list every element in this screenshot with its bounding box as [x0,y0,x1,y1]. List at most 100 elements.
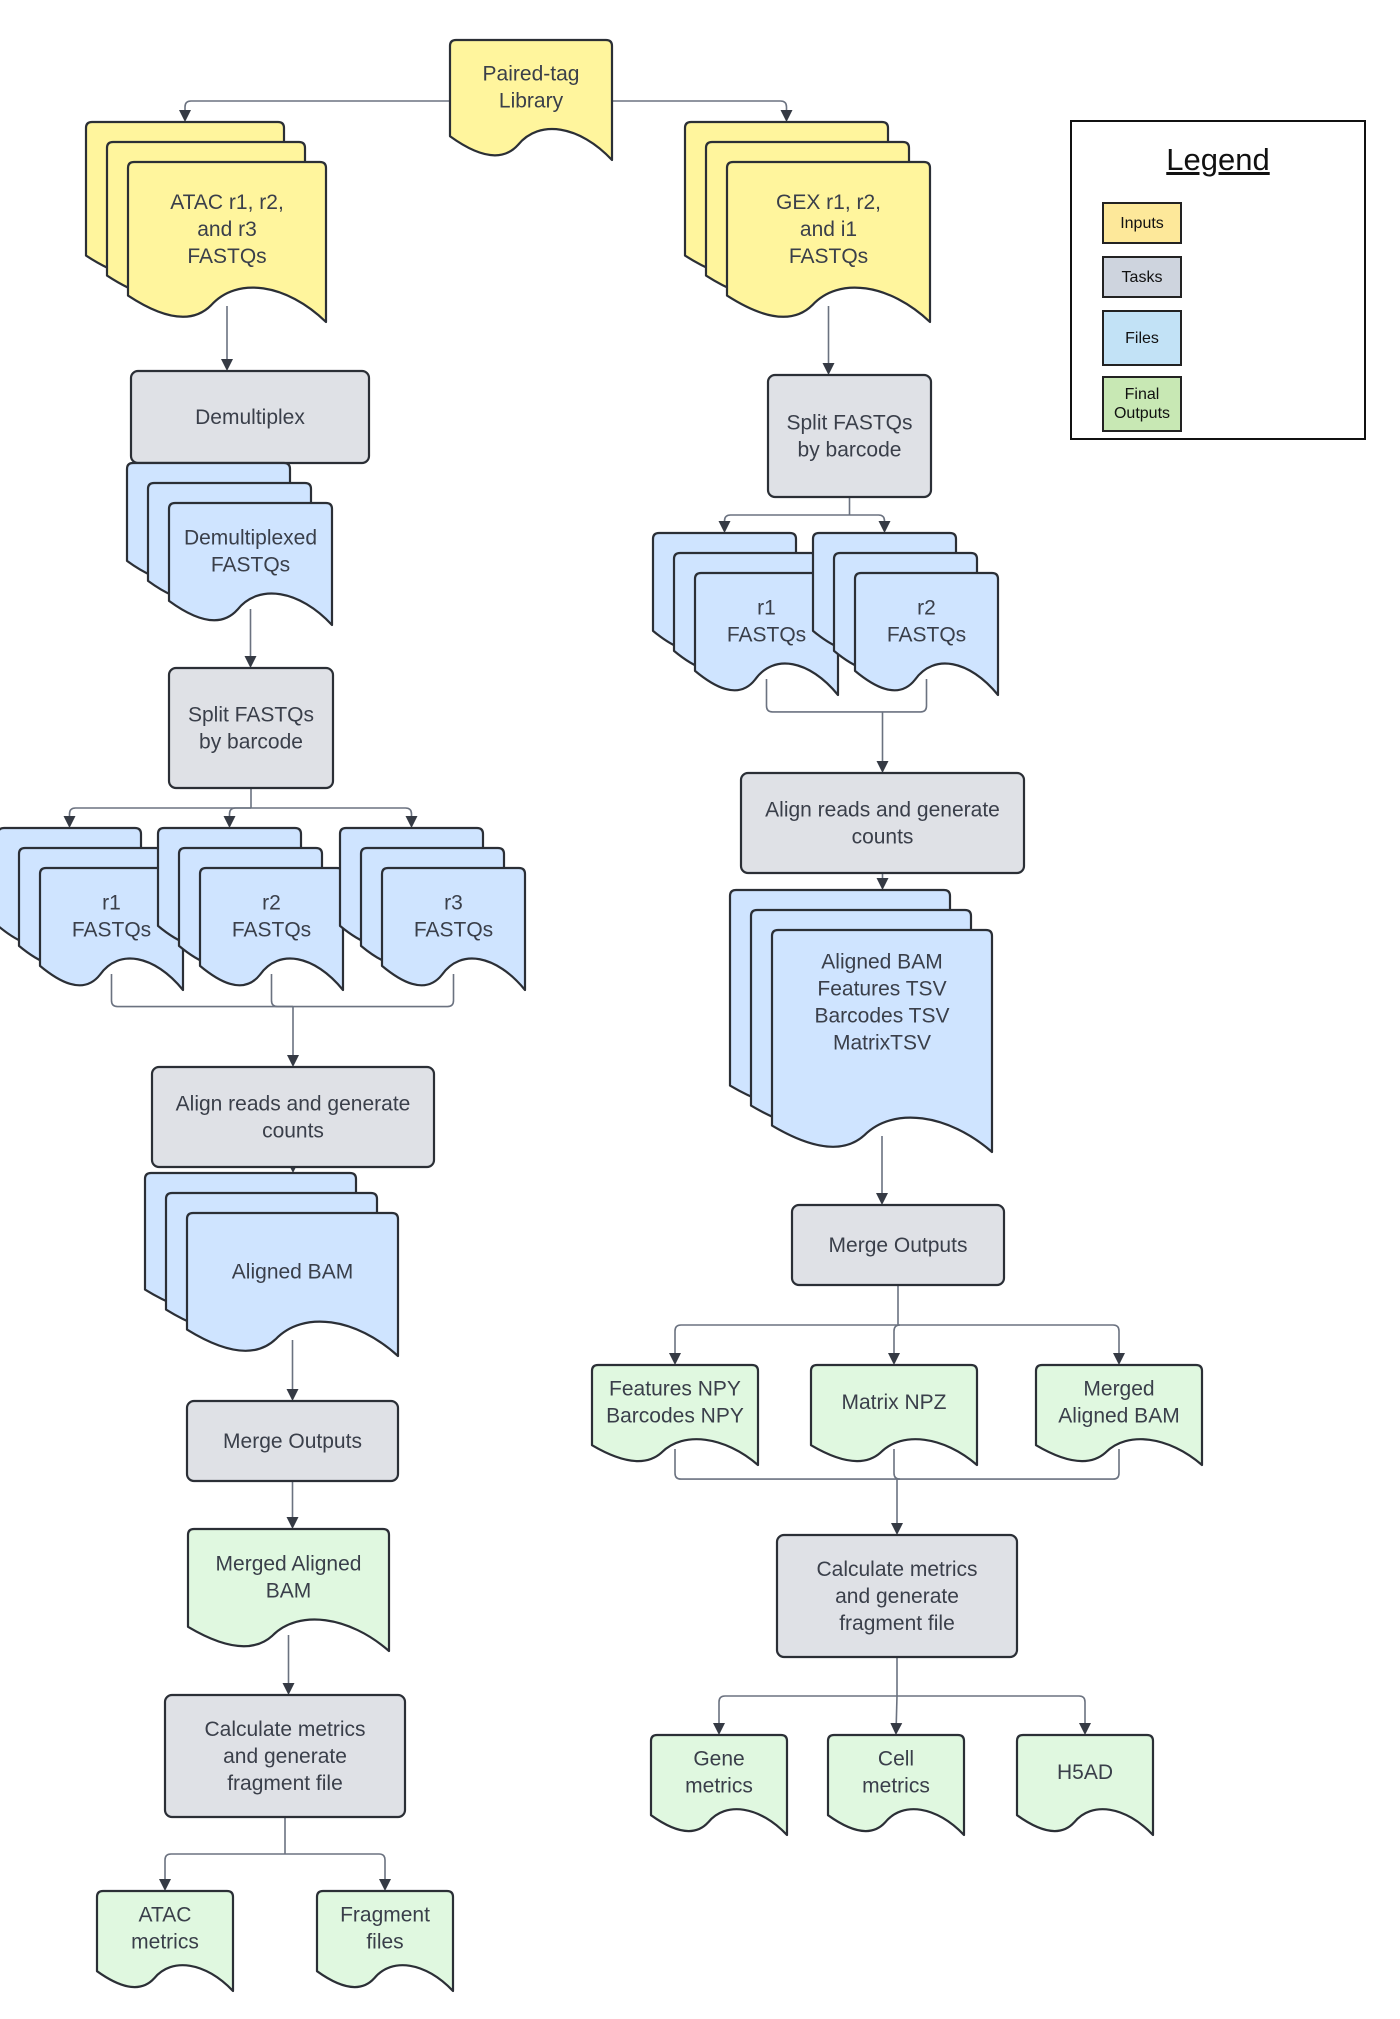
node-label: metrics [131,1931,199,1954]
node-gex-align: Align reads and generate counts [739,771,1026,875]
edge-gex_split-to-gex_r1 [718,514,850,533]
node-library: Paired-tag Library [448,38,614,162]
node-gex-fastqs: GEX r1, r2, and i1 FASTQs [683,120,932,324]
edge-atac_split-to-atac_r3 [251,807,418,828]
task-box [766,373,933,499]
node-label: FASTQs [789,245,868,268]
node-label: Paired-tag [483,63,580,86]
document-shape [725,160,932,324]
legend-item-tasks: Tasks [1102,256,1182,298]
edge-atac_r1-to-atac_align [110,974,293,1008]
node-label: by barcode [199,731,303,754]
node-label: r2 [262,892,281,915]
task-box [739,771,1026,875]
edge-gex_calc-to-gene_metrics [713,1695,897,1735]
edge-gex_merge-to-features_npy [669,1324,898,1365]
node-label: Barcodes NPY [606,1405,744,1428]
edge-atac_split-to-atac_r1 [63,807,251,828]
node-atac-r3: r3 FASTQs [338,826,527,992]
node-label: Calculate metrics [816,1558,977,1581]
edge-gex_split-to-gex_r2 [849,514,891,533]
node-cell-metrics: Cell metrics [826,1733,966,1837]
node-label: fragment file [227,1772,343,1795]
legend-item-inputs: Inputs [1102,202,1182,244]
node-label: Merge Outputs [829,1234,968,1257]
node-label: FASTQs [232,919,311,942]
node-label: r3 [444,892,463,915]
node-gex-outputs: Aligned BAM Features TSV Barcodes TSV Matri… [728,888,994,1154]
node-label: Features TSV [817,978,946,1001]
node-label: and i1 [800,218,857,241]
node-label: Demultiplex [195,406,305,429]
node-label: Aligned BAM [232,1261,353,1284]
node-label: r1 [757,597,776,620]
edge-gex_merge-to-matrix_npz [888,1324,901,1365]
document-shape [126,160,328,324]
node-label: FASTQs [727,624,806,647]
node-label: Align reads and generate [176,1093,411,1116]
node-label: Merged [1083,1378,1154,1401]
node-atac-bam: Aligned BAM [143,1171,400,1358]
node-label: FASTQs [72,919,151,942]
legend-item-files: Files [1102,310,1182,366]
task-box [167,666,335,790]
edge-gex_r1-to-gex_align [765,679,883,713]
node-label: MatrixTSV [833,1032,931,1055]
legend: Legend Inputs Tasks Files Final Outputs [1070,120,1366,440]
node-label: Calculate metrics [204,1718,365,1741]
node-gene-metrics: Gene metrics [649,1733,789,1837]
node-label: ATAC r1, r2, [170,191,284,214]
document-shape [185,1211,400,1358]
node-atac-fastqs: ATAC r1, r2, and r3 FASTQs [84,120,328,324]
node-label: Matrix NPZ [842,1391,947,1414]
node-label: r2 [917,597,936,620]
node-demux-fastqs: Demultiplexed FASTQs [125,461,334,627]
node-label: counts [262,1120,324,1143]
node-atac-r2: r2 FASTQs [156,826,345,992]
edge-atac_r2-to-atac_align [270,974,293,1008]
node-gex-split: Split FASTQs by barcode [766,373,933,499]
node-label: metrics [685,1775,753,1798]
node-label: Features NPY [609,1378,741,1401]
edge-matrix_npz-to-gex_calc [893,1449,901,1480]
document-shape [1015,1733,1155,1837]
node-label: and generate [835,1585,959,1608]
node-label: Demultiplexed [184,527,317,550]
node-label: Split FASTQs [188,704,314,727]
node-label: fragment file [839,1612,955,1635]
node-atac-split: Split FASTQs by barcode [167,666,335,790]
node-label: r1 [102,892,121,915]
node-label: ATAC [139,1904,192,1927]
node-atac-calc: Calculate metrics and generate fragment fi… [163,1693,407,1819]
node-gex-calc: Calculate metrics and generate fragment fi… [775,1533,1019,1659]
node-fragment-files: Fragment files [315,1889,455,1993]
node-label: Gene [693,1748,744,1771]
node-label: H5AD [1057,1761,1113,1784]
edge-atac_calc-to-fragment_files [285,1853,391,1891]
node-label: BAM [266,1580,312,1603]
node-label: FASTQs [414,919,493,942]
edge-gex_calc-to-cell_metrics [890,1695,903,1735]
edge-gex_merge-to-gex_merged_bam [898,1324,1125,1365]
legend-item-final-outputs: Final Outputs [1102,376,1182,432]
node-label: Fragment [340,1904,430,1927]
node-label: Split FASTQs [786,412,912,435]
node-label: files [366,1931,403,1954]
edge-gex_calc-to-h5ad [897,1695,1091,1735]
nodes-layer: Paired-tag Library ATAC r1, r2, and r3 FASTQ… [0,38,1204,1993]
node-gex-r2: r2 FASTQs [811,531,1000,697]
node-label: Merged Aligned [216,1553,362,1576]
edge-atac_split-to-atac_r2 [223,807,251,828]
node-h5ad: H5AD [1015,1733,1155,1837]
node-label: metrics [862,1775,930,1798]
node-label: and r3 [197,218,257,241]
node-label: Aligned BAM [1058,1405,1179,1428]
node-label: GEX r1, r2, [776,191,881,214]
node-label: Merge Outputs [223,1430,362,1453]
node-label: Align reads and generate [765,799,1000,822]
node-label: counts [852,826,914,849]
node-label: Library [499,90,564,113]
node-label: Aligned BAM [821,951,942,974]
node-label: Cell [878,1748,914,1771]
node-label: FASTQs [211,554,290,577]
